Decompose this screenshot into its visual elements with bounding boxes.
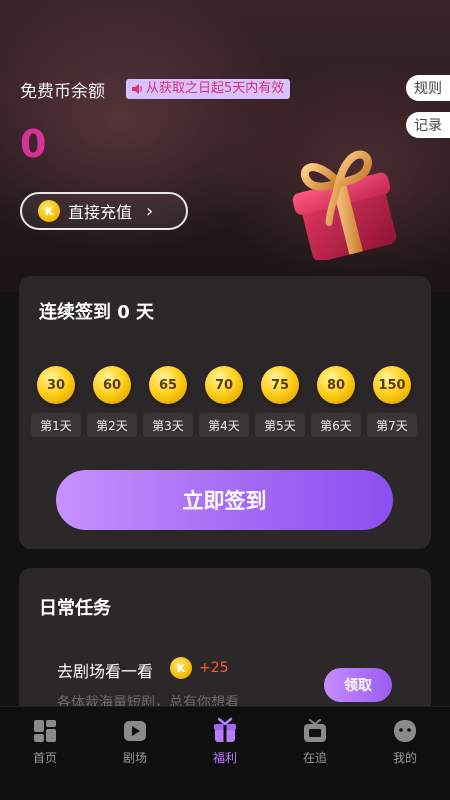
recharge-label: 直接充值 xyxy=(68,203,133,222)
day-label: 第2天 xyxy=(87,413,137,437)
day-label: 第6天 xyxy=(311,413,361,437)
validity-text: 从获取之日起5天内有效 xyxy=(146,81,285,96)
tab-label: 剧场 xyxy=(122,751,147,765)
recharge-button[interactable]: K 直接充值 › xyxy=(20,192,188,230)
records-button[interactable]: 记录 xyxy=(406,112,450,138)
coin-icon: 70 xyxy=(205,366,243,404)
task-reward: +25 xyxy=(199,660,229,676)
tab-home[interactable]: 首页 xyxy=(0,707,90,800)
day-label: 第5天 xyxy=(255,413,305,437)
tab-following[interactable]: 在追 xyxy=(270,707,360,800)
checkin-day: 30 第1天 xyxy=(31,358,81,438)
coin-icon: 65 xyxy=(149,366,187,404)
coin-icon: K xyxy=(170,657,192,679)
profile-icon xyxy=(394,720,416,742)
coin-icon: 150 xyxy=(373,366,411,404)
checkin-title: 连续签到 0 天 xyxy=(39,302,155,323)
checkin-day: 150 第7天 xyxy=(367,358,417,438)
checkin-day: 80 第6天 xyxy=(311,358,361,438)
chevron-right-icon: › xyxy=(146,200,154,222)
day-label: 第1天 xyxy=(31,413,81,437)
rules-button[interactable]: 规则 xyxy=(406,75,450,101)
following-tv-icon xyxy=(304,719,326,742)
tab-label: 首页 xyxy=(32,751,57,765)
tab-label: 福利 xyxy=(212,751,237,765)
validity-badge: 从获取之日起5天内有效 xyxy=(126,79,291,99)
day-label: 第3天 xyxy=(143,413,193,437)
checkin-days: 30 第1天 60 第2天 65 第3天 70 第4天 75 第5天 80 第6… xyxy=(31,358,417,438)
gift-box-icon xyxy=(292,150,397,260)
checkin-button[interactable]: 立即签到 xyxy=(56,470,393,530)
checkin-day: 75 第5天 xyxy=(255,358,305,438)
coin-icon: 30 xyxy=(37,366,75,404)
coin-icon: 80 xyxy=(317,366,355,404)
bottom-tab-bar: 首页 剧场 福利 在追 我的 xyxy=(0,706,450,800)
coin-icon: K xyxy=(38,200,60,222)
tab-label: 我的 xyxy=(392,751,417,765)
tab-label: 在追 xyxy=(302,751,327,765)
coin-icon: 60 xyxy=(93,366,131,404)
tab-welfare[interactable]: 福利 xyxy=(180,707,270,800)
checkin-card: 连续签到 0 天 30 第1天 60 第2天 65 第3天 70 第4天 75 … xyxy=(19,276,431,549)
welfare-header: 免费币余额 从获取之日起5天内有效 0 K 直接充值 › 规则 记录 xyxy=(0,0,450,292)
checkin-day: 70 第4天 xyxy=(199,358,249,438)
tab-theater[interactable]: 剧场 xyxy=(90,707,180,800)
home-icon xyxy=(34,720,56,742)
coin-icon: 75 xyxy=(261,366,299,404)
day-label: 第7天 xyxy=(367,413,417,437)
checkin-day: 65 第3天 xyxy=(143,358,193,438)
checkin-day: 60 第2天 xyxy=(87,358,137,438)
gift-icon xyxy=(214,717,236,742)
tasks-title: 日常任务 xyxy=(39,598,111,619)
balance-label: 免费币余额 xyxy=(20,82,105,102)
task-name: 去剧场看一看 xyxy=(57,662,154,681)
speaker-icon xyxy=(132,84,142,94)
tab-profile[interactable]: 我的 xyxy=(360,707,450,800)
claim-button[interactable]: 领取 xyxy=(324,668,392,702)
balance-value: 0 xyxy=(20,122,47,166)
theater-icon xyxy=(124,721,146,741)
day-label: 第4天 xyxy=(199,413,249,437)
